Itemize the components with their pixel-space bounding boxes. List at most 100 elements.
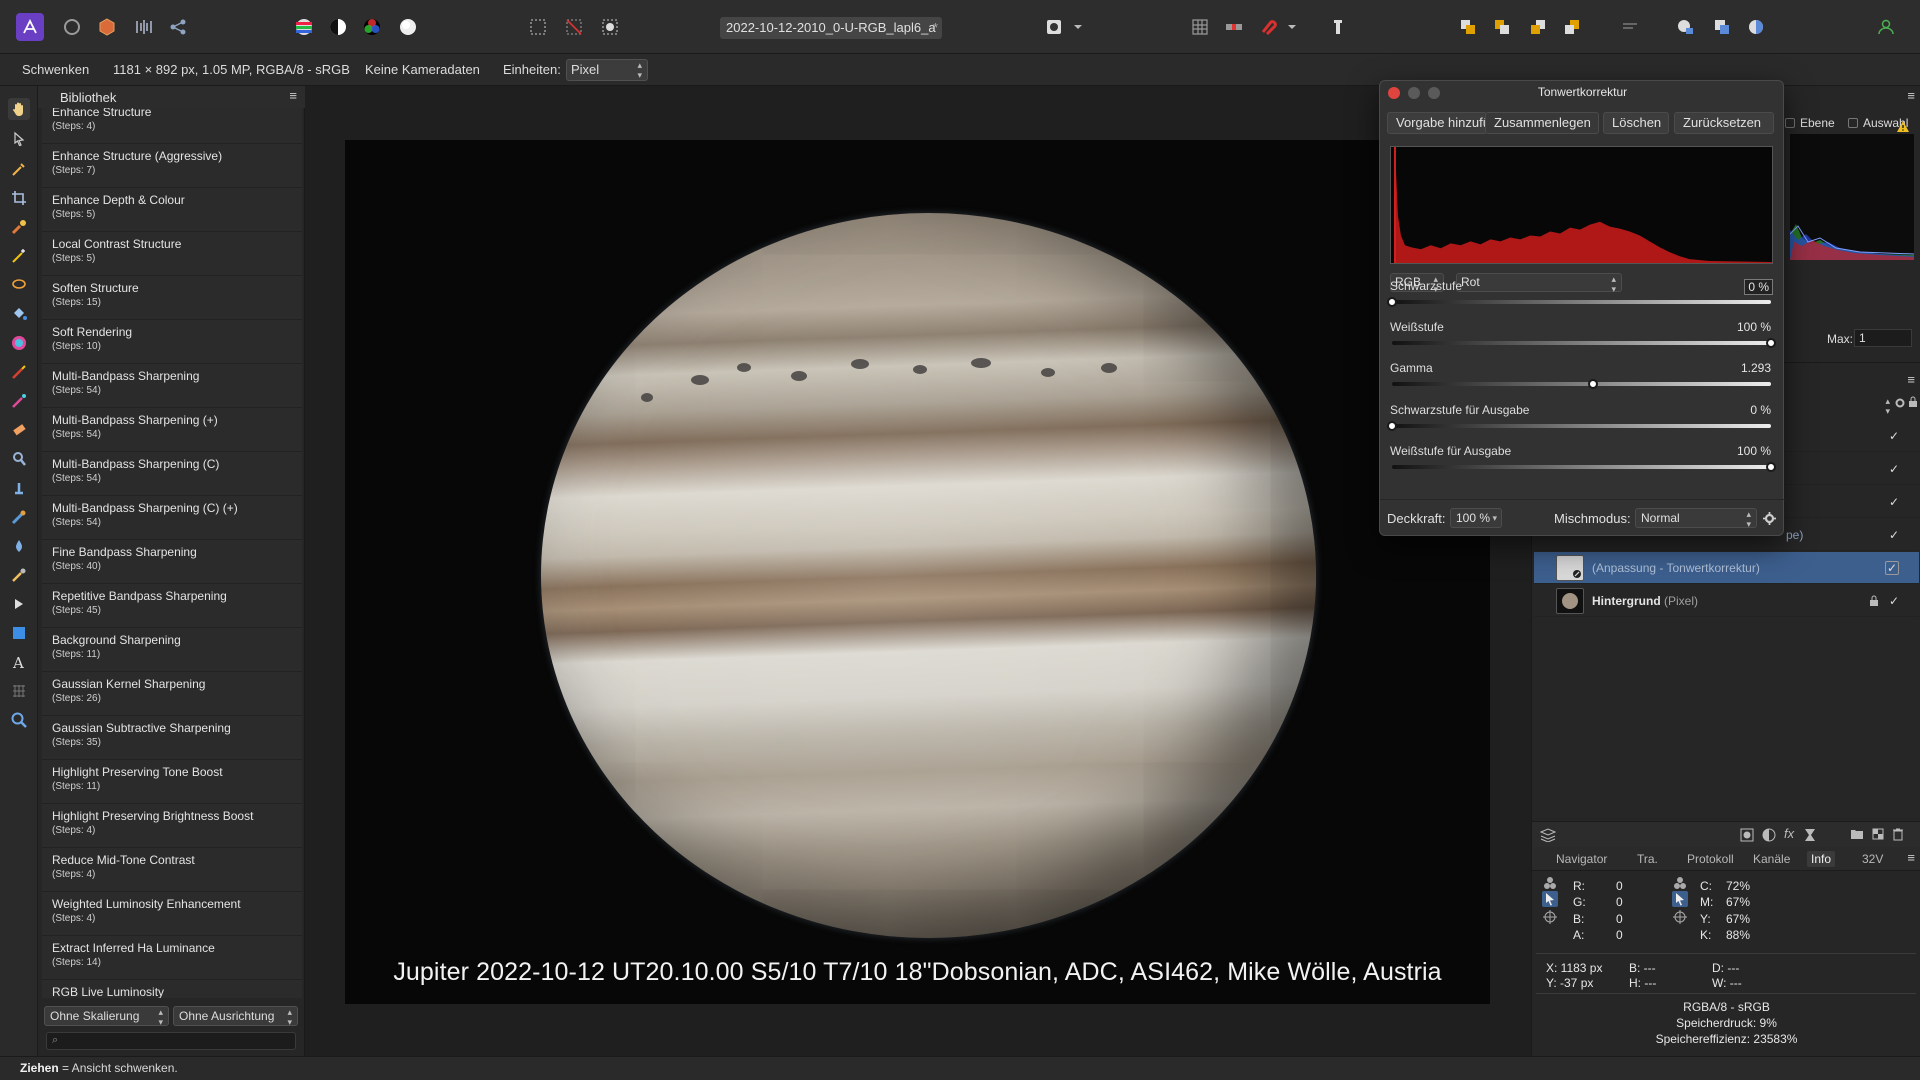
user-account-icon[interactable]	[1872, 13, 1900, 41]
macro-list-item[interactable]: Enhance Depth & Colour (Steps: 5)	[42, 188, 302, 232]
node-tool-icon[interactable]	[8, 593, 30, 615]
tab-navigator[interactable]: Navigator	[1556, 852, 1607, 866]
gear-icon[interactable]	[1894, 397, 1906, 409]
boolean-intersect-icon[interactable]	[1742, 13, 1770, 41]
slider-handle[interactable]	[1387, 297, 1397, 307]
warning-icon[interactable]	[1896, 120, 1910, 133]
add-preset-button[interactable]: Vorgabe hinzufügen	[1387, 112, 1487, 134]
arrange-forward-icon[interactable]	[1524, 13, 1552, 41]
develop-persona-icon[interactable]	[93, 13, 121, 41]
slider-value-field[interactable]: 0 %	[1750, 403, 1771, 417]
macro-list-item[interactable]: RGB Live Luminosity	[42, 980, 302, 998]
slider-track[interactable]	[1387, 421, 1771, 431]
slider-track[interactable]	[1387, 297, 1771, 307]
macro-list-item[interactable]: Weighted Luminosity Enhancement (Steps: 4…	[42, 892, 302, 936]
live-filter-icon[interactable]	[1804, 828, 1816, 842]
gradient-tool-icon[interactable]	[8, 332, 30, 354]
pixel-layer-icon[interactable]	[1872, 828, 1884, 840]
black-white-adjustment-icon[interactable]	[324, 13, 352, 41]
deselect-icon[interactable]	[560, 13, 588, 41]
slider-track[interactable]	[1392, 338, 1776, 348]
tone-mapping-persona-icon[interactable]	[130, 13, 158, 41]
color-channels-icon[interactable]	[1542, 875, 1558, 891]
rectangle-tool-icon[interactable]	[8, 622, 30, 644]
hand-tool-icon[interactable]	[8, 98, 30, 120]
blur-brush-tool-icon[interactable]	[8, 535, 30, 557]
levels-histogram-graph[interactable]	[1390, 146, 1773, 264]
color-picker-tool-icon[interactable]	[8, 158, 30, 180]
liquify-persona-icon[interactable]	[58, 13, 86, 41]
app-logo-icon[interactable]	[16, 13, 44, 41]
panel-menu-icon[interactable]: ≡	[1907, 372, 1915, 387]
macro-list-item[interactable]: Multi-Bandpass Sharpening (Steps: 54)	[42, 364, 302, 408]
invert-selection-icon[interactable]	[596, 13, 624, 41]
layer-visibility-check[interactable]: ✓	[1889, 462, 1899, 476]
mask-icon[interactable]	[1740, 828, 1754, 842]
folder-icon[interactable]	[1850, 828, 1864, 840]
panel-menu-icon[interactable]: ≡	[1907, 88, 1915, 103]
delete-button[interactable]: Löschen	[1603, 112, 1669, 134]
healing-tool-icon[interactable]	[8, 506, 30, 528]
force-pixel-alignment-icon[interactable]	[1324, 13, 1352, 41]
layer-row-background[interactable]: Hintergrund (Pixel) ✓	[1534, 585, 1919, 617]
tab-channels[interactable]: Kanäle	[1753, 852, 1790, 866]
quick-mask-icon[interactable]	[1040, 13, 1068, 41]
align-icon[interactable]	[1616, 13, 1644, 41]
trash-icon[interactable]	[1892, 828, 1904, 841]
alignment-select[interactable]: Ohne Ausrichtung ▴ ▾	[173, 1006, 298, 1027]
layer-checkbox[interactable]: Ebene	[1785, 116, 1835, 130]
arrange-front-icon[interactable]	[1558, 13, 1586, 41]
macro-list-item[interactable]: Soft Rendering (Steps: 10)	[42, 320, 302, 364]
boolean-subtract-icon[interactable]	[1708, 13, 1736, 41]
slider-value-field[interactable]: 100 %	[1737, 444, 1771, 458]
slider-handle[interactable]	[1766, 462, 1776, 472]
move-tool-icon[interactable]	[8, 128, 30, 150]
opacity-field[interactable]: 100 % ▾	[1450, 508, 1502, 528]
tab-transform[interactable]: Tra.	[1637, 852, 1658, 866]
slider-track[interactable]	[1392, 462, 1776, 472]
text-tool-icon[interactable]: A	[8, 651, 30, 673]
slider-handle[interactable]	[1766, 338, 1776, 348]
slider-handle[interactable]	[1587, 379, 1598, 389]
slider-value-field[interactable]: 1.293	[1741, 361, 1771, 375]
lock-icon[interactable]	[1908, 396, 1918, 408]
boolean-add-icon[interactable]	[1672, 13, 1700, 41]
white-balance-adjustment-icon[interactable]	[394, 13, 422, 41]
color-channels-icon[interactable]	[1672, 875, 1688, 891]
guides-icon[interactable]	[1220, 13, 1248, 41]
levels-adjustment-icon[interactable]	[290, 13, 318, 41]
selection-brush-tool-icon[interactable]	[8, 216, 30, 238]
layer-visibility-check[interactable]: ✓	[1889, 528, 1899, 542]
layer-visibility-check[interactable]: ✓	[1884, 561, 1899, 575]
layer-visibility-check[interactable]: ✓	[1889, 594, 1899, 608]
panel-menu-icon[interactable]: ≡	[1907, 850, 1915, 865]
merge-button[interactable]: Zusammenlegen	[1485, 112, 1599, 134]
macro-list-item[interactable]: Multi-Bandpass Sharpening (C) (Steps: 54)	[42, 452, 302, 496]
smudge-tool-icon[interactable]	[8, 564, 30, 586]
gear-icon[interactable]	[1763, 512, 1776, 525]
units-select[interactable]: Pixel ▴ ▾	[566, 59, 648, 81]
scaling-select[interactable]: Ohne Skalierung ▴ ▾	[44, 1006, 169, 1027]
blend-mode-select[interactable]: Normal ▴ ▾	[1635, 508, 1757, 529]
snapping-dropdown-icon[interactable]	[1282, 13, 1302, 41]
max-field[interactable]: 1	[1854, 329, 1912, 347]
export-persona-icon[interactable]	[164, 13, 192, 41]
slider-value-field[interactable]: 0 %	[1744, 279, 1773, 295]
slider-value-field[interactable]: 100 %	[1737, 320, 1771, 334]
macro-list-item[interactable]: Highlight Preserving Tone Boost (Steps: 1…	[42, 760, 302, 804]
zoom-tool-icon[interactable]	[8, 709, 30, 731]
slider-handle[interactable]	[1387, 421, 1397, 431]
mesh-warp-tool-icon[interactable]	[8, 680, 30, 702]
macro-list-item[interactable]: Extract Inferred Ha Luminance (Steps: 14)	[42, 936, 302, 980]
panel-menu-icon[interactable]: ≡	[289, 88, 297, 103]
snapping-magnet-icon[interactable]	[1254, 13, 1282, 41]
canvas-area[interactable]: Jupiter 2022-10-12 UT20.10.00 S5/10 T7/1…	[305, 86, 1531, 1056]
macro-list-item[interactable]: Fine Bandpass Sharpening (Steps: 40)	[42, 540, 302, 584]
freehand-selection-tool-icon[interactable]	[8, 274, 30, 296]
tab-info[interactable]: Info	[1807, 851, 1836, 867]
mixer-brush-tool-icon[interactable]	[8, 390, 30, 412]
lock-icon[interactable]	[1869, 595, 1879, 607]
macro-list-item[interactable]: Repetitive Bandpass Sharpening (Steps: 45…	[42, 584, 302, 628]
flood-select-tool-icon[interactable]	[8, 245, 30, 267]
channel-select[interactable]: Rot ▴ ▾	[1456, 273, 1622, 294]
